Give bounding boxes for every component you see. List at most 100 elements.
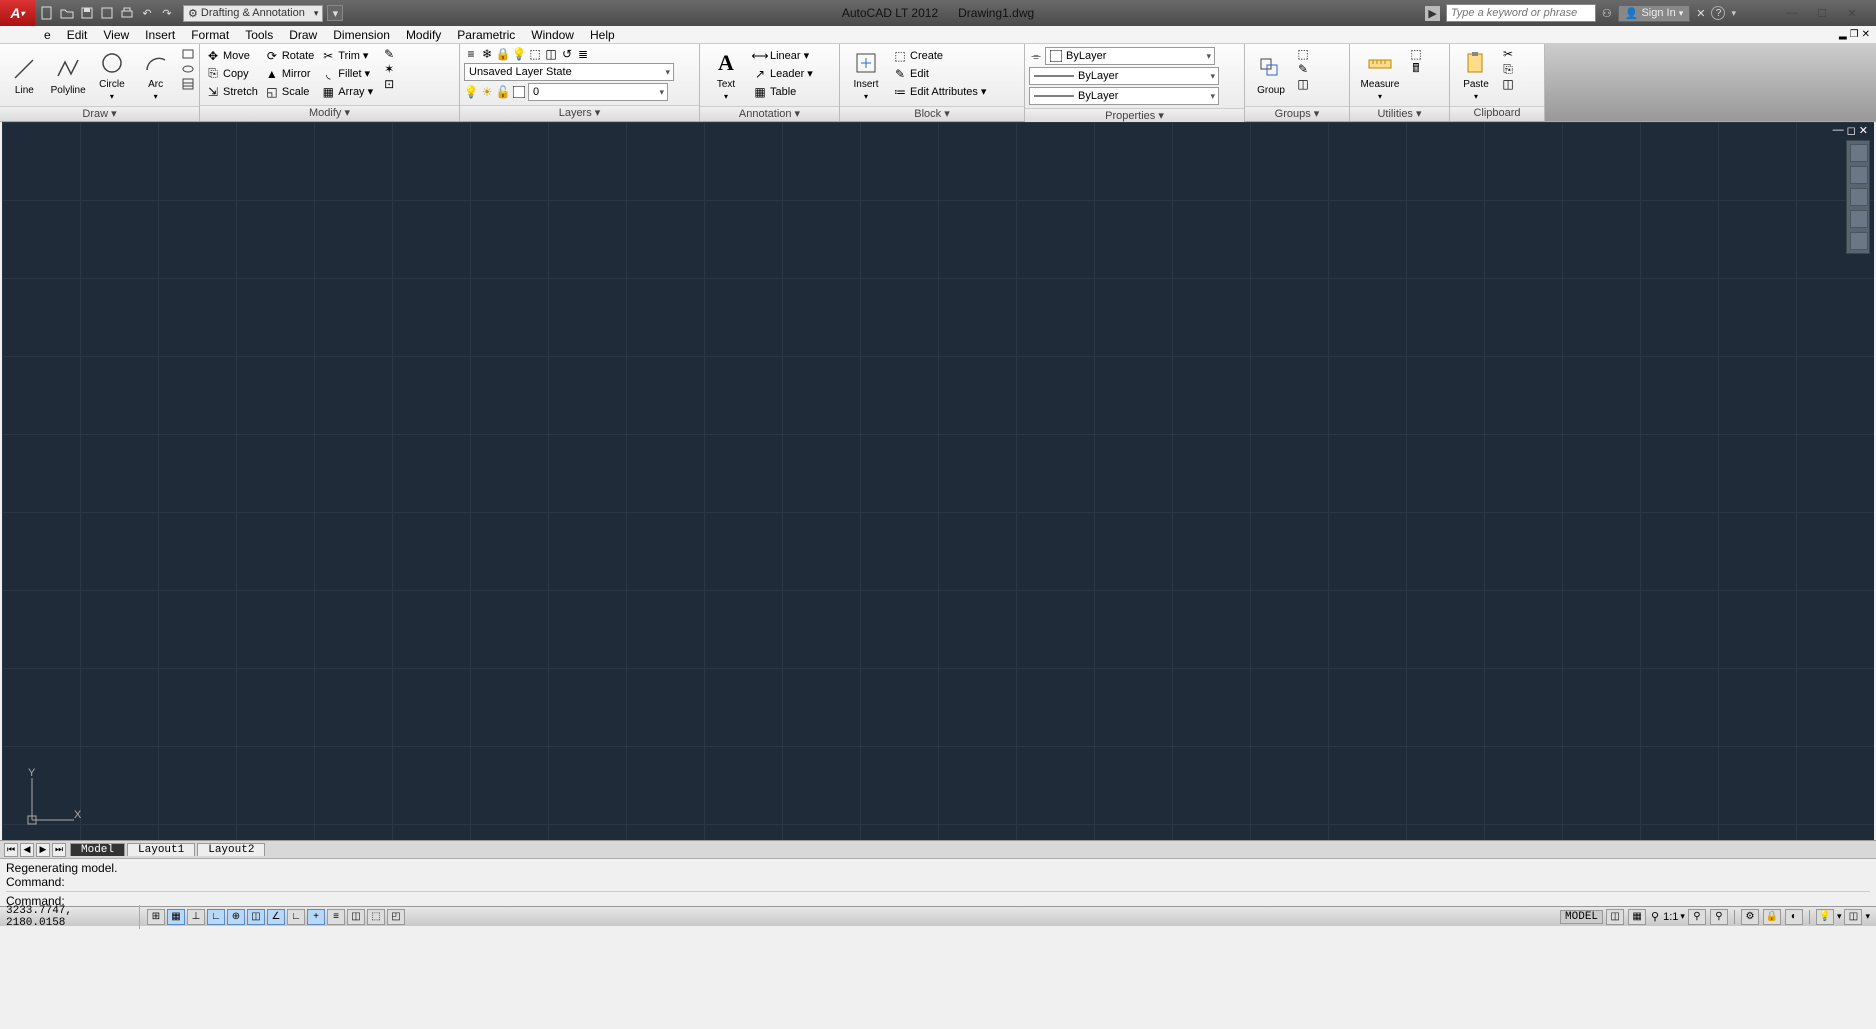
help-icon[interactable]: ? [1711, 6, 1725, 20]
tab-next-icon[interactable]: ▶ [36, 843, 50, 857]
canvas-maximize-icon[interactable]: ◻ [1847, 124, 1856, 137]
quickcalc-icon[interactable]: 🖩 [1409, 62, 1423, 76]
nav-wheel-icon[interactable] [1850, 144, 1868, 162]
layer-prev-icon[interactable]: ↺ [560, 47, 574, 61]
nav-orbit-icon[interactable] [1850, 210, 1868, 228]
qat-dropdown-icon[interactable]: ▾ [327, 5, 343, 21]
doc-minimize-icon[interactable]: ▂ [1839, 29, 1847, 40]
sb-lwt-icon[interactable]: ≡ [327, 909, 345, 925]
fillet-button[interactable]: ◟Fillet ▾ [319, 65, 375, 82]
table-button[interactable]: ▦Table [751, 83, 815, 100]
panel-properties-title[interactable]: Properties ▾ [1025, 108, 1244, 122]
sb-snap-icon[interactable]: ▦ [167, 909, 185, 925]
tab-first-icon[interactable]: ⏮ [4, 843, 18, 857]
sb-dyn-icon[interactable]: + [307, 909, 325, 925]
sb-sc-icon[interactable]: ◰ [387, 909, 405, 925]
layer-freeze-icon[interactable]: ❄ [480, 47, 494, 61]
lineweight-combo[interactable]: ByLayer [1029, 67, 1219, 85]
editattr-button[interactable]: ≔Edit Attributes ▾ [891, 83, 988, 100]
sb-qp-icon[interactable]: ⬚ [367, 909, 385, 925]
tab-prev-icon[interactable]: ◀ [20, 843, 34, 857]
nav-show-icon[interactable] [1850, 232, 1868, 250]
menu-dimension[interactable]: Dimension [325, 28, 398, 42]
sb-osnap-icon[interactable]: ◫ [247, 909, 265, 925]
panel-utilities-title[interactable]: Utilities ▾ [1350, 106, 1449, 121]
menu-window[interactable]: Window [523, 28, 582, 42]
doc-close-icon[interactable]: ✕ [1862, 29, 1870, 40]
rotate-button[interactable]: ⟳Rotate [263, 47, 316, 64]
matchprops-icon[interactable]: ⌯ [1029, 49, 1043, 63]
panel-draw-title[interactable]: Draw ▾ [0, 106, 199, 121]
layer-color-icon[interactable] [512, 85, 526, 99]
sb-r2-icon[interactable]: ▦ [1628, 909, 1646, 925]
panel-clipboard-title[interactable]: Clipboard [1450, 106, 1544, 121]
sb-lock-icon[interactable]: 🔒 [1763, 909, 1781, 925]
group-button[interactable]: Group [1249, 47, 1293, 103]
menu-edit[interactable]: Edit [59, 28, 96, 42]
redo-icon[interactable]: ↷ [159, 5, 175, 21]
drawing-canvas[interactable]: — ◻ ✕ Y X [2, 122, 1874, 840]
coordinates[interactable]: 3233.7747, 2180.0158 [0, 905, 140, 929]
scale-button[interactable]: ◱Scale [263, 83, 316, 100]
layer-props-icon[interactable]: ≡ [464, 47, 478, 61]
create-button[interactable]: ⬚Create [891, 47, 988, 64]
color-combo[interactable]: ByLayer [1045, 47, 1215, 65]
search-input[interactable] [1446, 4, 1596, 22]
mirror-button[interactable]: ▲Mirror [263, 65, 316, 82]
panel-annotation-title[interactable]: Annotation ▾ [700, 106, 839, 121]
sb-infer-icon[interactable]: ⊞ [147, 909, 165, 925]
groupbox-icon[interactable]: ◫ [1296, 77, 1310, 91]
panel-modify-title[interactable]: Modify ▾ [200, 105, 459, 121]
sb-otrack-icon[interactable]: ∠ [267, 909, 285, 925]
maximize-button[interactable]: ☐ [1812, 6, 1832, 20]
sb-r4-icon[interactable]: ⚲ [1710, 909, 1728, 925]
undo-icon[interactable]: ↶ [139, 5, 155, 21]
insert-button[interactable]: Insert▾ [844, 47, 888, 103]
close-button[interactable]: ✕ [1842, 6, 1862, 20]
layer-sun-icon[interactable]: ☀ [480, 85, 494, 99]
tab-model[interactable]: Model [70, 843, 125, 856]
stretch-button[interactable]: ⇲Stretch [204, 83, 260, 100]
linetype-combo[interactable]: ByLayer [1029, 87, 1219, 105]
doc-restore-icon[interactable]: ❐ [1850, 29, 1859, 40]
array-button[interactable]: ▦Array ▾ [319, 83, 375, 100]
menu-file[interactable]: e [36, 28, 59, 42]
minimize-button[interactable]: — [1782, 6, 1802, 20]
nav-pan-icon[interactable] [1850, 166, 1868, 184]
save-icon[interactable] [79, 5, 95, 21]
annotation-scale[interactable]: 1:1 [1663, 911, 1678, 923]
layer-lock-icon[interactable]: 🔒 [496, 47, 510, 61]
sb-grid-icon[interactable]: ⊥ [187, 909, 205, 925]
hatch-icon[interactable] [181, 77, 195, 91]
app-menu-button[interactable]: A▾ [0, 0, 35, 26]
edit-button[interactable]: ✎Edit [891, 65, 988, 82]
erase-icon[interactable]: ✎ [382, 47, 396, 61]
tab-layout2[interactable]: Layout2 [197, 843, 265, 856]
arc-button[interactable]: Arc▾ [135, 47, 176, 103]
sb-ortho-icon[interactable]: ∟ [207, 909, 225, 925]
new-icon[interactable] [39, 5, 55, 21]
sb-polar-icon[interactable]: ⊕ [227, 909, 245, 925]
leader-button[interactable]: ↗Leader ▾ [751, 65, 815, 82]
layer-match-icon[interactable]: ◫ [544, 47, 558, 61]
trim-button[interactable]: ✂Trim ▾ [319, 47, 375, 64]
linear-button[interactable]: ⟷Linear ▾ [751, 47, 815, 64]
sb-r3-icon[interactable]: ⚲ [1688, 909, 1706, 925]
tab-last-icon[interactable]: ⏭ [52, 843, 66, 857]
anno-scale-icon[interactable]: ⚲ [1649, 910, 1661, 923]
text-button[interactable]: AText▾ [704, 47, 748, 103]
panel-groups-title[interactable]: Groups ▾ [1245, 106, 1349, 121]
sign-in-button[interactable]: 👤 Sign In ▾ [1618, 5, 1690, 22]
cut-icon[interactable]: ✂ [1501, 47, 1515, 61]
sb-hw-icon[interactable]: ◐ [1785, 909, 1803, 925]
open-icon[interactable] [59, 5, 75, 21]
nav-zoom-icon[interactable] [1850, 188, 1868, 206]
panel-layers-title[interactable]: Layers ▾ [460, 105, 699, 121]
canvas-close-icon[interactable]: ✕ [1859, 124, 1868, 137]
layer-iso-icon[interactable]: ⬚ [528, 47, 542, 61]
sb-ducs-icon[interactable]: ∟ [287, 909, 305, 925]
infocenter-icon[interactable]: ⚇ [1602, 7, 1612, 20]
measure-button[interactable]: Measure▾ [1354, 47, 1406, 103]
copy-button[interactable]: ⎘Copy [204, 65, 260, 82]
explode-icon[interactable]: ✶ [382, 62, 396, 76]
